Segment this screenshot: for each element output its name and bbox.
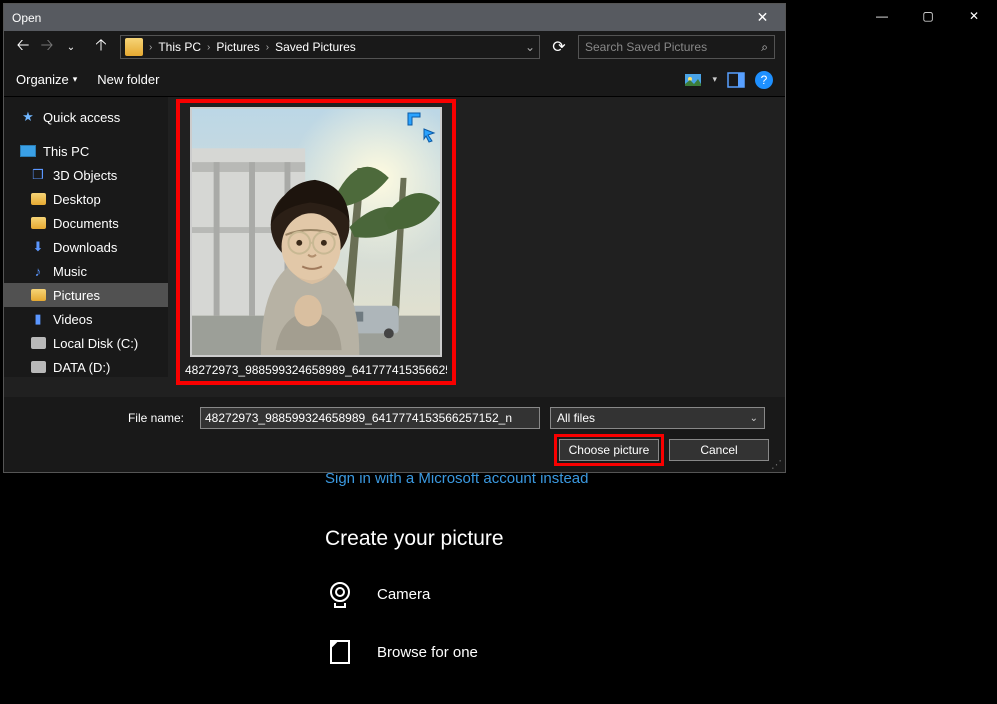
download-icon: ⬇ [30, 239, 46, 255]
chevron-right-icon: › [207, 42, 210, 53]
disk-icon [30, 335, 46, 351]
chevron-right-icon: › [266, 42, 269, 53]
camera-icon [325, 579, 355, 609]
pictures-item[interactable]: Pictures [4, 283, 168, 307]
option-label: Browse for one [377, 644, 478, 661]
dialog-body: ★ Quick access This PC ❒ 3D Objects Desk… [4, 97, 785, 377]
choose-picture-button[interactable]: Choose picture [559, 439, 659, 461]
recent-locations-button[interactable]: ⌄ [60, 36, 82, 58]
tree-label: This PC [43, 144, 89, 159]
chevron-right-icon: › [149, 42, 152, 53]
option-browse[interactable]: Browse for one [325, 637, 975, 667]
breadcrumb[interactable]: Pictures [216, 40, 259, 54]
button-row: Choose picture Cancel [4, 429, 785, 461]
help-button[interactable]: ? [755, 71, 773, 89]
breadcrumb[interactable]: Saved Pictures [275, 40, 356, 54]
tree-label: Videos [53, 312, 93, 327]
thumbnail-highlight: 48272973_988599324658989_641777415356625… [176, 99, 456, 385]
3d-objects-item[interactable]: ❒ 3D Objects [4, 163, 168, 187]
tree-label: Pictures [53, 288, 100, 303]
view-mode-button[interactable] [684, 71, 702, 89]
dialog-titlebar: Open ✕ [4, 4, 785, 31]
close-button[interactable]: ✕ [951, 0, 997, 32]
tree-label: Documents [53, 216, 119, 231]
quick-access-item[interactable]: ★ Quick access [4, 105, 168, 129]
folder-icon [125, 38, 143, 56]
refresh-button[interactable]: ⟳ [548, 36, 570, 58]
caret-down-icon[interactable]: ▾ [712, 74, 717, 85]
search-placeholder: Search Saved Pictures [585, 40, 707, 54]
toolbar: Organize ▾ New folder ▾ ? [4, 63, 785, 97]
filter-value: All files [557, 411, 595, 425]
open-dialog: Open ✕ 🡠 🡢 ⌄ 🡡 › This PC › Pictures › Sa… [3, 3, 786, 473]
caret-down-icon: ▾ [73, 74, 78, 85]
breadcrumb[interactable]: This PC [158, 40, 201, 54]
tree-label: DATA (D:) [53, 360, 110, 375]
local-disk-c-item[interactable]: Local Disk (C:) [4, 331, 168, 355]
desktop-item[interactable]: Desktop [4, 187, 168, 211]
filetype-filter[interactable]: All files ⌄ [550, 407, 765, 429]
option-camera[interactable]: Camera [325, 579, 975, 609]
downloads-item[interactable]: ⬇ Downloads [4, 235, 168, 259]
maximize-button[interactable]: ▢ [905, 0, 951, 32]
section-title: Create your picture [325, 527, 975, 551]
search-input[interactable]: Search Saved Pictures ⌕ [578, 35, 775, 59]
chevron-down-icon: ⌄ [750, 413, 758, 424]
thumbnail-caption: 48272973_988599324658989_641777415356625… [185, 363, 447, 377]
back-button[interactable]: 🡠 [12, 36, 34, 58]
new-folder-button[interactable]: New folder [97, 72, 159, 87]
nav-row: 🡠 🡢 ⌄ 🡡 › This PC › Pictures › Saved Pic… [4, 31, 785, 63]
file-area[interactable]: 48272973_988599324658989_641777415356625… [168, 97, 785, 377]
tree-label: Downloads [53, 240, 117, 255]
data-d-item[interactable]: DATA (D:) [4, 355, 168, 377]
music-icon: ♪ [30, 263, 46, 279]
chevron-down-icon[interactable]: ⌄ [525, 40, 535, 54]
up-button[interactable]: 🡡 [90, 36, 112, 58]
tree-label: Music [53, 264, 87, 279]
videos-item[interactable]: ▮ Videos [4, 307, 168, 331]
documents-item[interactable]: Documents [4, 211, 168, 235]
tree-label: 3D Objects [53, 168, 117, 183]
folder-icon [30, 215, 46, 231]
settings-content: Sign in with a Microsoft account instead… [325, 470, 975, 667]
cancel-button[interactable]: Cancel [669, 439, 769, 461]
search-icon: ⌕ [761, 40, 768, 55]
filename-input[interactable] [200, 407, 540, 429]
close-icon: ✕ [757, 9, 769, 26]
address-bar[interactable]: › This PC › Pictures › Saved Pictures ⌄ [120, 35, 540, 59]
dialog-close-button[interactable]: ✕ [740, 4, 785, 31]
option-label: Camera [377, 586, 430, 603]
thumbnail-image [190, 107, 442, 357]
filename-row: File name: All files ⌄ [4, 397, 785, 429]
music-item[interactable]: ♪ Music [4, 259, 168, 283]
this-pc-item[interactable]: This PC [4, 139, 168, 163]
browse-icon [325, 637, 355, 667]
star-icon: ★ [20, 109, 36, 125]
preview-pane-button[interactable] [727, 71, 745, 89]
file-thumbnail[interactable]: 48272973_988599324658989_641777415356625… [180, 103, 452, 381]
folder-icon [30, 287, 46, 303]
filename-label: File name: [20, 411, 190, 425]
minimize-button[interactable]: — [859, 0, 905, 32]
tree-sidebar[interactable]: ★ Quick access This PC ❒ 3D Objects Desk… [4, 97, 168, 377]
dialog-bottom: File name: All files ⌄ Choose picture Ca… [4, 397, 785, 472]
snap-cursor-icon [406, 111, 438, 143]
tree-label: Desktop [53, 192, 101, 207]
cube-icon: ❒ [30, 167, 46, 183]
organize-button[interactable]: Organize ▾ [16, 72, 77, 87]
pc-icon [20, 143, 36, 159]
organize-label: Organize [16, 72, 69, 87]
dialog-title: Open [12, 11, 41, 25]
resize-grip[interactable]: ⋰ [771, 458, 783, 470]
disk-icon [30, 359, 46, 375]
tree-label: Local Disk (C:) [53, 336, 138, 351]
film-icon: ▮ [30, 311, 46, 327]
tree-label: Quick access [43, 110, 120, 125]
folder-icon [30, 191, 46, 207]
forward-button[interactable]: 🡢 [36, 36, 58, 58]
